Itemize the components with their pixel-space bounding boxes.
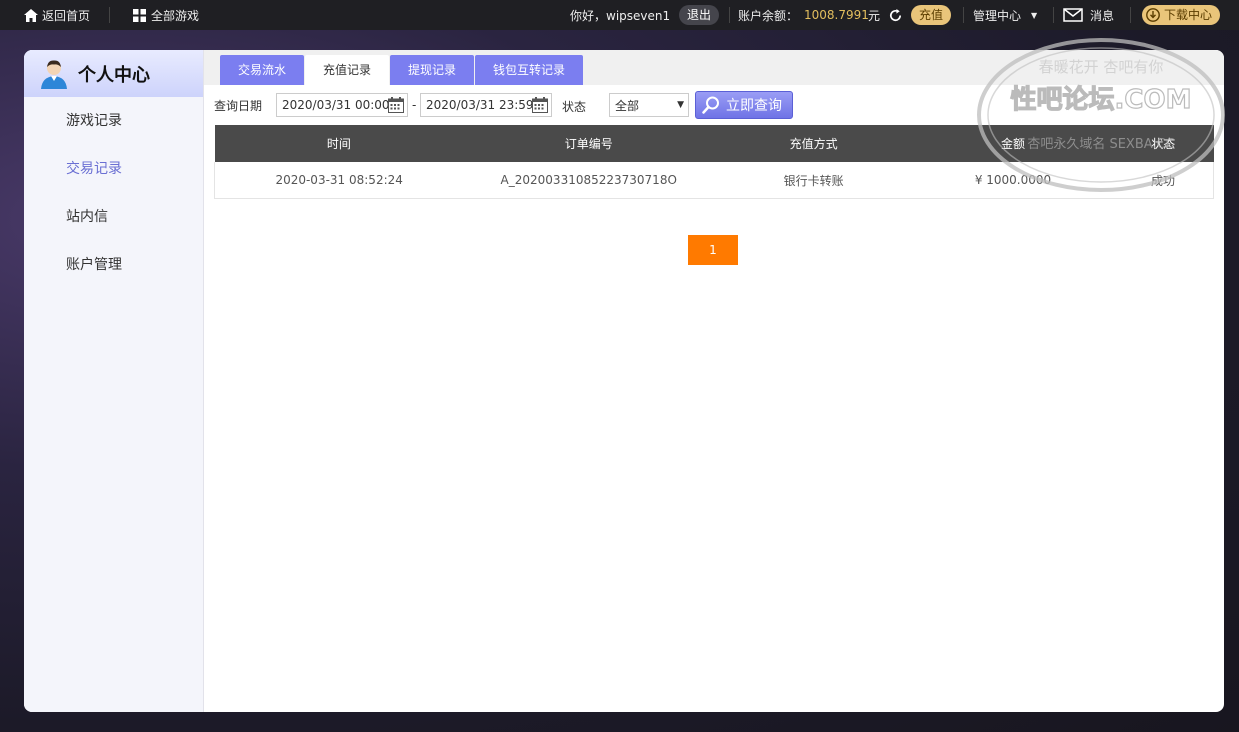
home-icon xyxy=(24,8,38,22)
magnifier-icon xyxy=(702,96,720,114)
col-header-method: 充值方式 xyxy=(714,125,914,162)
search-button-label: 立即查询 xyxy=(726,98,782,114)
personal-center-panel: 个人中心 游戏记录 交易记录 站内信 账户管理 交易流水 充值记录 提现记录 钱… xyxy=(24,50,1224,712)
divider xyxy=(1053,7,1054,23)
tab-withdraw-records[interactable]: 提现记录 xyxy=(390,55,474,85)
recharge-button[interactable]: 充值 xyxy=(911,5,952,25)
all-games-label: 全部游戏 xyxy=(151,8,200,23)
calendar-icon[interactable] xyxy=(532,97,548,116)
balance-unit: 元 xyxy=(868,8,881,23)
sidebar-item-inbox[interactable]: 站内信 xyxy=(24,193,203,241)
top-bar: 返回首页 全部游戏 你好，wipseven1 退出 账户余额： 1008.799… xyxy=(0,0,1239,30)
page-button[interactable]: 1 xyxy=(688,235,738,265)
divider xyxy=(109,7,110,23)
grid-icon xyxy=(133,8,146,22)
tab-wallet-transfer-records[interactable]: 钱包互转记录 xyxy=(475,55,583,85)
download-icon xyxy=(1146,8,1160,22)
filter-bar: 查询日期 xyxy=(214,92,262,118)
refresh-icon xyxy=(888,8,903,23)
cell-status: 成功 xyxy=(1112,162,1214,199)
table-row: 2020-03-31 08:52:24 A_202003310852237307… xyxy=(214,162,1214,199)
cell-amount: ¥ 1000.0000 xyxy=(913,162,1113,199)
mail-icon xyxy=(1063,8,1083,22)
divider xyxy=(1130,7,1131,23)
download-center-label: 下载中心 xyxy=(1164,8,1213,22)
col-header-amount: 金额 xyxy=(913,125,1113,162)
end-date-value: 2020/03/31 23:59 xyxy=(426,98,534,112)
status-label: 状态 xyxy=(562,100,587,114)
status-select[interactable]: 全部 ▼ xyxy=(609,93,689,117)
end-date-input[interactable]: 2020/03/31 23:59 xyxy=(420,93,552,117)
sidebar-item-game-records[interactable]: 游戏记录 xyxy=(24,97,203,145)
home-link[interactable]: 返回首页 xyxy=(24,0,90,30)
recharge-records-table: 时间 订单编号 充值方式 金额 状态 2020-03-31 08:52:24 A… xyxy=(214,125,1214,199)
date-separator: - xyxy=(412,98,417,112)
date-label: 查询日期 xyxy=(214,98,263,113)
all-games-link[interactable]: 全部游戏 xyxy=(133,0,199,30)
messages-link[interactable]: 消息 xyxy=(1063,0,1114,30)
divider xyxy=(729,7,730,23)
tabs-bar: 交易流水 充值记录 提现记录 钱包互转记录 xyxy=(204,50,1224,85)
calendar-icon[interactable] xyxy=(388,97,404,116)
search-button[interactable]: 立即查询 xyxy=(695,91,793,119)
col-header-status: 状态 xyxy=(1112,125,1214,162)
tab-recharge-records[interactable]: 充值记录 xyxy=(305,55,389,85)
status-select-value: 全部 xyxy=(615,98,640,113)
messages-label: 消息 xyxy=(1090,8,1115,23)
tab-transaction-flow[interactable]: 交易流水 xyxy=(220,55,304,85)
start-date-value: 2020/03/31 00:00 xyxy=(282,98,390,112)
logout-button[interactable]: 退出 xyxy=(679,5,720,25)
sidebar-item-transaction-records[interactable]: 交易记录 xyxy=(24,145,203,193)
sidebar: 个人中心 游戏记录 交易记录 站内信 账户管理 xyxy=(24,50,204,712)
sidebar-item-account-management[interactable]: 账户管理 xyxy=(24,241,203,289)
table-header-row: 时间 订单编号 充值方式 金额 状态 xyxy=(214,125,1214,162)
col-header-order-no: 订单编号 xyxy=(463,125,715,162)
content-area: 交易流水 充值记录 提现记录 钱包互转记录 查询日期 2020/03/31 00… xyxy=(204,50,1224,712)
home-label: 返回首页 xyxy=(42,8,91,23)
download-center-button[interactable]: 下载中心 xyxy=(1142,5,1221,25)
caret-down-icon: ▼ xyxy=(1031,10,1038,20)
sidebar-title: 个人中心 xyxy=(78,64,150,86)
start-date-input[interactable]: 2020/03/31 00:00 xyxy=(276,93,408,117)
greeting: 你好，wipseven1 xyxy=(570,8,671,23)
balance-label: 账户余额： xyxy=(738,8,799,23)
cell-method: 银行卡转账 xyxy=(714,162,914,199)
sidebar-header: 个人中心 xyxy=(24,50,203,97)
cell-order-no: A_20200331085223730718O xyxy=(463,162,715,199)
manage-center-menu[interactable]: 管理中心 ▼ xyxy=(973,0,1037,30)
balance-value: 1008.7991 xyxy=(804,8,869,22)
col-header-time: 时间 xyxy=(214,125,464,162)
user-avatar-icon xyxy=(40,59,68,89)
divider xyxy=(963,7,964,23)
cell-time: 2020-03-31 08:52:24 xyxy=(214,162,464,199)
caret-down-icon: ▼ xyxy=(677,100,684,110)
manage-center-label: 管理中心 xyxy=(973,8,1022,23)
refresh-balance-button[interactable] xyxy=(888,0,903,30)
